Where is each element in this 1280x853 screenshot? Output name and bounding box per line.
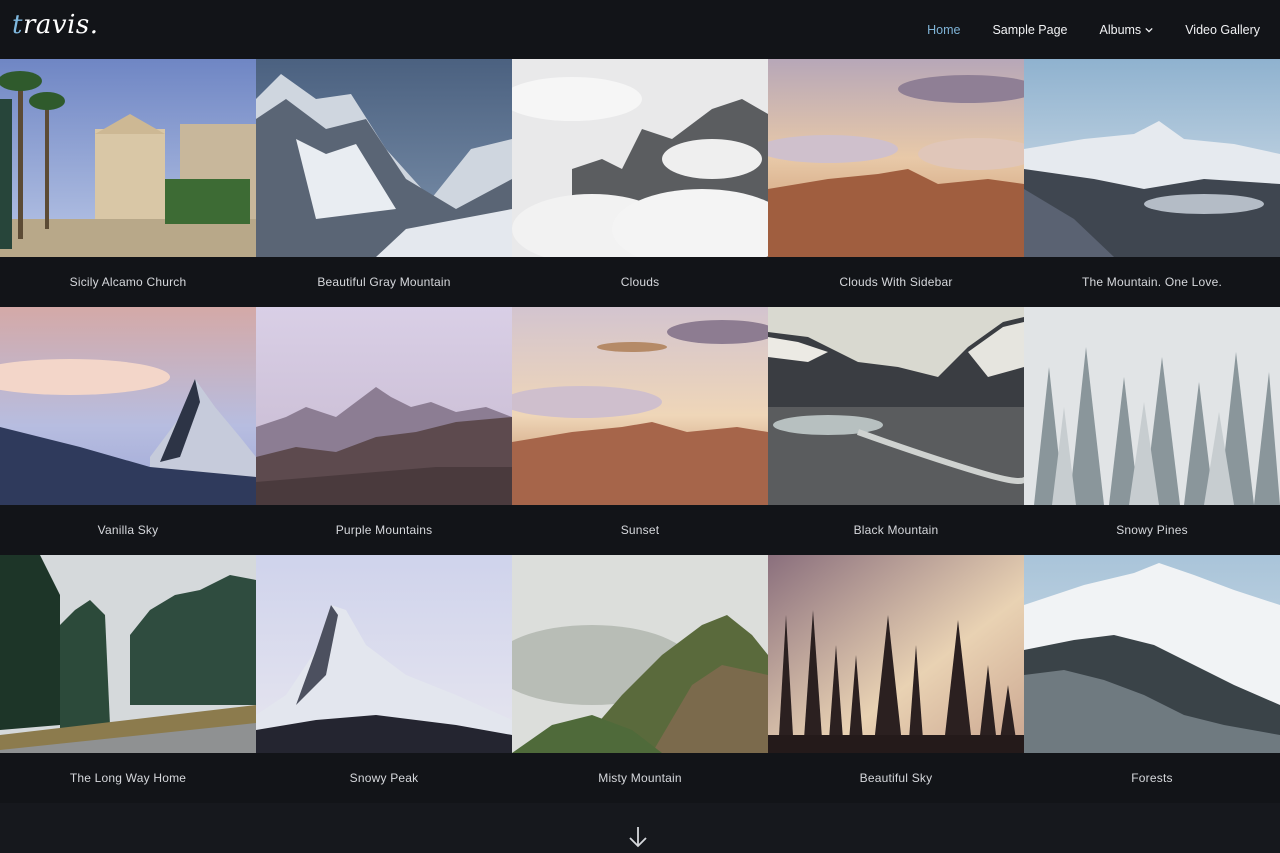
album-tile[interactable]: Sunset: [512, 307, 768, 555]
album-thumbnail: [0, 307, 256, 505]
album-thumbnail: [768, 59, 1024, 257]
album-title: Beautiful Gray Mountain: [256, 257, 512, 307]
album-tile[interactable]: Clouds: [512, 59, 768, 307]
album-tile[interactable]: Beautiful Sky: [768, 555, 1024, 803]
main-nav: Home Sample Page Albums Video Gallery: [895, 0, 1260, 59]
nav-item-sample-page[interactable]: Sample Page: [992, 23, 1067, 37]
chevron-down-icon: [1145, 27, 1153, 33]
album-title: The Long Way Home: [0, 753, 256, 803]
album-tile[interactable]: The Long Way Home: [0, 555, 256, 803]
album-thumbnail: [768, 307, 1024, 505]
album-title: Black Mountain: [768, 505, 1024, 555]
site-header: travis. Home Sample Page Albums Video Ga…: [0, 0, 1280, 59]
album-title: Sunset: [512, 505, 768, 555]
album-title: Misty Mountain: [512, 753, 768, 803]
album-thumbnail: [1024, 59, 1280, 257]
album-tile[interactable]: Vanilla Sky: [0, 307, 256, 555]
album-title: Vanilla Sky: [0, 505, 256, 555]
album-thumbnail: [512, 555, 768, 753]
album-tile[interactable]: Forests: [1024, 555, 1280, 803]
album-tile[interactable]: The Mountain. One Love.: [1024, 59, 1280, 307]
album-thumbnail: [0, 59, 256, 257]
album-tile[interactable]: Black Mountain: [768, 307, 1024, 555]
nav-item-video-gallery[interactable]: Video Gallery: [1185, 23, 1260, 37]
album-title: Forests: [1024, 753, 1280, 803]
page: travis. Home Sample Page Albums Video Ga…: [0, 0, 1280, 853]
album-title: Clouds With Sidebar: [768, 257, 1024, 307]
album-tile[interactable]: Snowy Peak: [256, 555, 512, 803]
album-tile[interactable]: Misty Mountain: [512, 555, 768, 803]
album-thumbnail: [256, 555, 512, 753]
album-title: Purple Mountains: [256, 505, 512, 555]
album-thumbnail: [768, 555, 1024, 753]
album-title: Snowy Peak: [256, 753, 512, 803]
nav-item-home[interactable]: Home: [927, 23, 960, 37]
scroll-down-button[interactable]: [627, 825, 649, 849]
album-title: The Mountain. One Love.: [1024, 257, 1280, 307]
album-thumbnail: [1024, 307, 1280, 505]
album-thumbnail: [512, 59, 768, 257]
album-tile[interactable]: Snowy Pines: [1024, 307, 1280, 555]
album-title: Sicily Alcamo Church: [0, 257, 256, 307]
album-thumbnail: [256, 59, 512, 257]
album-thumbnail: [256, 307, 512, 505]
album-title: Snowy Pines: [1024, 505, 1280, 555]
album-thumbnail: [1024, 555, 1280, 753]
arrow-down-icon: [629, 827, 647, 848]
album-title: Clouds: [512, 257, 768, 307]
album-title: Beautiful Sky: [768, 753, 1024, 803]
nav-item-albums[interactable]: Albums: [1100, 23, 1154, 37]
album-thumbnail: [0, 555, 256, 753]
album-tile[interactable]: Beautiful Gray Mountain: [256, 59, 512, 307]
album-thumbnail: [512, 307, 768, 505]
album-grid: Sicily Alcamo Church Beautiful Gray Moun…: [0, 59, 1280, 803]
site-logo[interactable]: travis.: [12, 10, 99, 40]
album-tile[interactable]: Sicily Alcamo Church: [0, 59, 256, 307]
album-tile[interactable]: Clouds With Sidebar: [768, 59, 1024, 307]
album-tile[interactable]: Purple Mountains: [256, 307, 512, 555]
